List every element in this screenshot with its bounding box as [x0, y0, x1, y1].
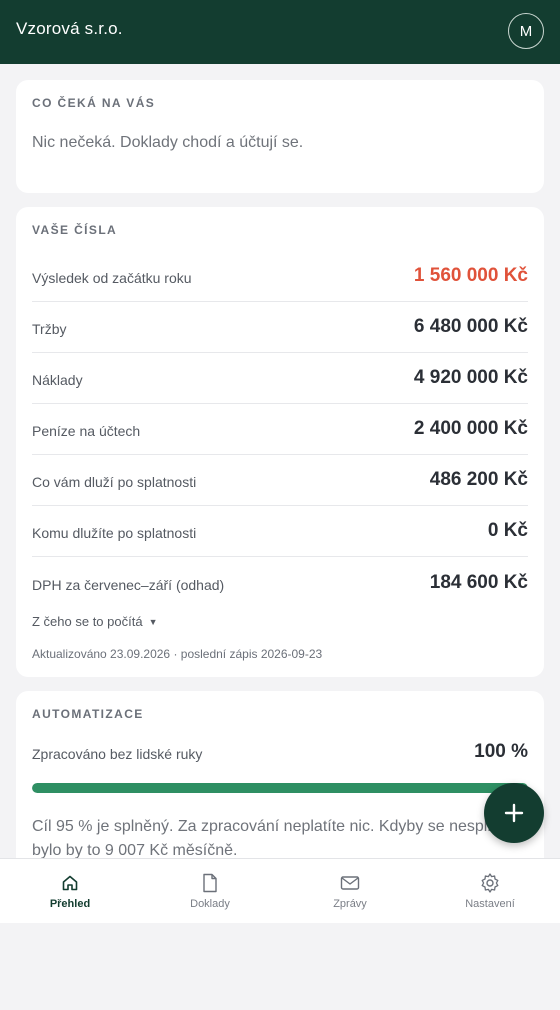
nav-label: Nastavení	[465, 898, 515, 910]
document-icon	[199, 872, 221, 894]
avatar[interactable]: M	[508, 13, 544, 49]
metric-value: 0 Kč	[487, 520, 528, 541]
metric-value: 2 400 000 Kč	[413, 418, 528, 439]
metric-row-cash: Peníze na účtech 2 400 000 Kč	[32, 404, 528, 455]
metric-value: 486 200 Kč	[429, 469, 528, 490]
automation-title: AUTOMATIZACE	[32, 707, 144, 721]
nav-label: Přehled	[49, 898, 91, 910]
caret-down-icon: ▼	[148, 616, 158, 627]
metric-value: 1 560 000 Kč	[413, 265, 528, 286]
company-name: Vzorová s.r.o.	[16, 19, 123, 38]
nav-item-settings[interactable]: Nastavení	[420, 859, 560, 923]
automation-value: 100 %	[474, 741, 528, 762]
metric-label: Peníze na účtech	[32, 423, 141, 439]
add-button[interactable]	[484, 783, 544, 843]
metric-value: 184 600 Kč	[429, 571, 528, 593]
metric-label: Co vám dluží po splatnosti	[32, 474, 197, 490]
todo-card: CO ČEKÁ NA VÁS Nic nečeká. Doklady chodí…	[16, 80, 544, 193]
metric-label: Komu dlužíte po splatnosti	[32, 525, 197, 541]
metric-label: Tržby	[32, 321, 67, 337]
nav-label: Doklady	[190, 898, 230, 910]
updated-timestamp: Aktualizováno 23.09.2026 · poslední zápi…	[32, 647, 323, 661]
numbers-card: VAŠE ČÍSLA Výsledek od začátku roku 1 56…	[16, 207, 544, 677]
nav-item-documents[interactable]: Doklady	[140, 859, 280, 923]
explain-label: Z čeho se to počítá	[32, 614, 143, 629]
main-content[interactable]: CO ČEKÁ NA VÁS Nic nečeká. Doklady chodí…	[0, 64, 560, 858]
home-icon	[59, 872, 81, 894]
metric-value: 4 920 000 Kč	[413, 367, 528, 388]
nav-label: Zprávy	[333, 898, 367, 910]
automation-progress-bar	[32, 783, 528, 793]
metric-row-costs: Náklady 4 920 000 Kč	[32, 353, 528, 404]
metric-label: Náklady	[32, 372, 83, 388]
plus-icon	[504, 803, 524, 823]
metric-label: DPH za červenec–září (odhad)	[32, 576, 225, 593]
metric-row-vat: DPH za červenec–září (odhad) 184 600 Kč	[32, 557, 528, 608]
metric-row-result: Výsledek od začátku roku 1 560 000 Kč	[32, 251, 528, 302]
todo-title: CO ČEKÁ NA VÁS	[32, 96, 156, 110]
progress-fill	[32, 783, 528, 793]
numbers-list: Výsledek od začátku roku 1 560 000 Kč Tr…	[32, 251, 528, 608]
numbers-title: VAŠE ČÍSLA	[32, 223, 118, 237]
app-header: Vzorová s.r.o. M	[0, 0, 560, 64]
todo-text: Nic nečeká. Doklady chodí a účtují se.	[32, 134, 304, 151]
explain-toggle[interactable]: Z čeho se to počítá ▼	[32, 614, 528, 629]
nav-item-messages[interactable]: Zprávy	[280, 859, 420, 923]
metric-row-payables: Komu dlužíte po splatnosti 0 Kč	[32, 506, 528, 557]
mail-icon	[339, 872, 361, 894]
automation-row: Zpracováno bez lidské ruky 100 %	[32, 741, 528, 763]
metric-value: 6 480 000 Kč	[413, 316, 528, 337]
app: Vzorová s.r.o. M CO ČEKÁ NA VÁS Nic neče…	[0, 0, 560, 923]
metric-label: Výsledek od začátku roku	[32, 270, 192, 286]
automation-note: Cíl 95 % je splněný. Za zpracování nepla…	[32, 818, 508, 858]
automation-label: Zpracováno bez lidské ruky	[32, 746, 203, 762]
gear-icon	[479, 872, 501, 894]
bottom-nav: Přehled Doklady Zprávy Nastavení	[0, 858, 560, 923]
metric-row-revenue: Tržby 6 480 000 Kč	[32, 302, 528, 353]
automation-card: AUTOMATIZACE Zpracováno bez lidské ruky …	[16, 691, 544, 858]
nav-item-overview[interactable]: Přehled	[0, 859, 140, 923]
metric-row-receivables: Co vám dluží po splatnosti 486 200 Kč	[32, 455, 528, 506]
